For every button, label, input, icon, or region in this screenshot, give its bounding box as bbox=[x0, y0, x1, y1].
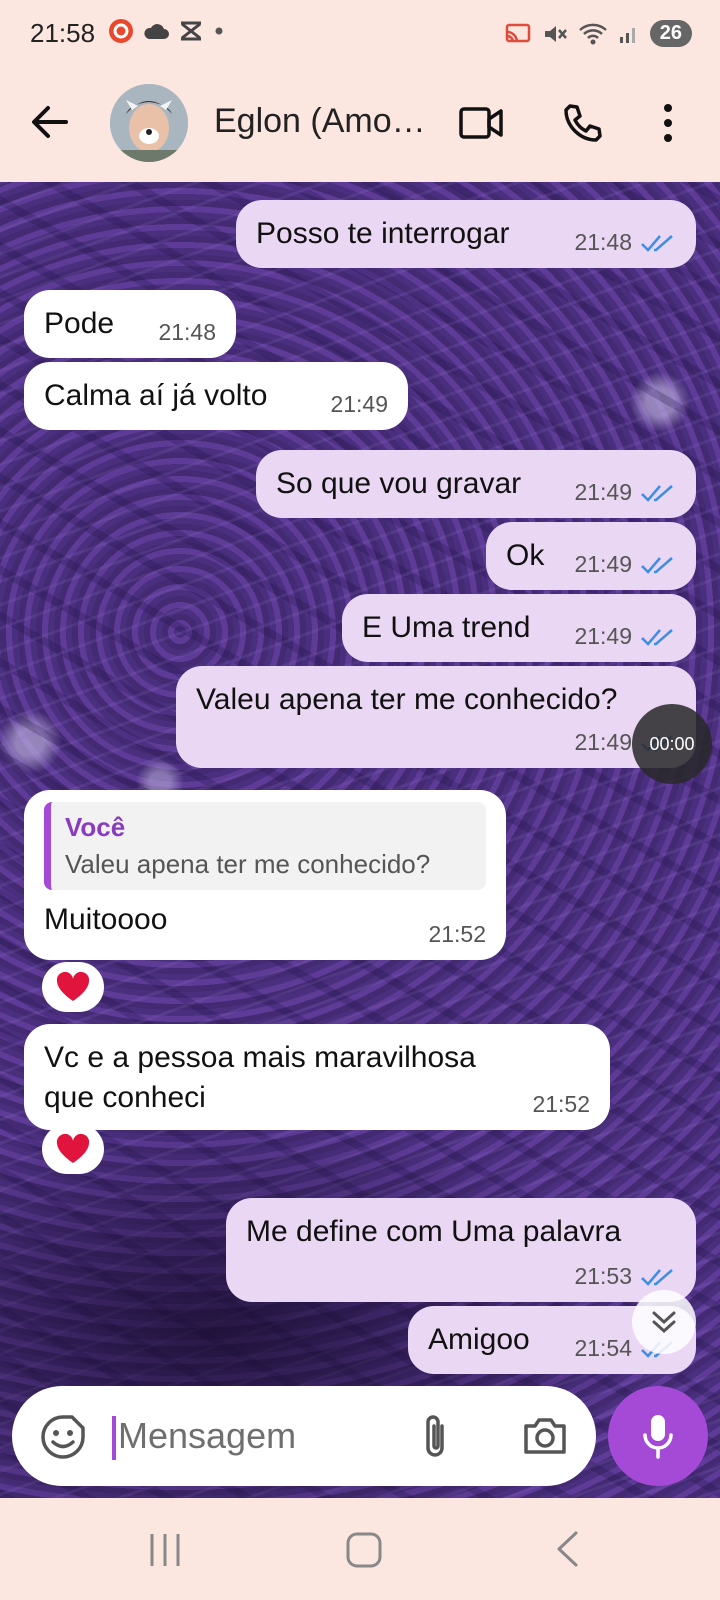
system-icons: 26 bbox=[504, 20, 692, 47]
app-x-icon bbox=[181, 21, 201, 41]
message-time: 21:54 bbox=[574, 1335, 632, 1361]
back-arrow-icon[interactable] bbox=[30, 102, 70, 142]
text-cursor bbox=[112, 1416, 116, 1460]
contact-avatar[interactable] bbox=[110, 84, 188, 162]
signal-icon bbox=[619, 27, 635, 43]
chat-header: Eglon (Amo… bbox=[0, 68, 720, 182]
status-bar: 21:58 26 bbox=[0, 0, 720, 68]
app-notification-icon bbox=[109, 19, 133, 43]
mute-icon bbox=[544, 25, 567, 42]
scroll-to-bottom-button[interactable] bbox=[632, 1290, 696, 1354]
composer-bar bbox=[12, 1386, 596, 1486]
phone-icon[interactable] bbox=[562, 102, 604, 144]
wifi-icon bbox=[578, 23, 607, 44]
cast-icon bbox=[505, 23, 530, 42]
cloud-icon bbox=[144, 24, 169, 39]
voice-record-button[interactable] bbox=[608, 1386, 708, 1486]
battery-indicator: 26 bbox=[649, 20, 692, 47]
sticker-icon[interactable] bbox=[40, 1414, 86, 1460]
back-icon[interactable] bbox=[554, 1530, 580, 1568]
more-vert-icon[interactable] bbox=[660, 102, 676, 144]
double-chevron-down-icon bbox=[652, 1311, 676, 1334]
home-icon[interactable] bbox=[346, 1532, 382, 1568]
message-input[interactable] bbox=[118, 1410, 398, 1462]
contact-name[interactable]: Eglon (Amo… bbox=[214, 102, 426, 141]
recent-apps-icon[interactable] bbox=[148, 1532, 182, 1568]
mic-icon bbox=[643, 1415, 673, 1459]
recording-timer: 00:00 bbox=[632, 704, 712, 784]
camera-icon[interactable] bbox=[522, 1414, 568, 1456]
system-nav-bar bbox=[0, 1500, 720, 1600]
status-time: 21:58 bbox=[30, 18, 96, 48]
dot-icon bbox=[215, 27, 223, 35]
video-call-icon[interactable] bbox=[458, 104, 504, 142]
message-list[interactable]: Posso te interrogar 21:48 Pode 21:48 Cal… bbox=[0, 182, 720, 1498]
paperclip-icon[interactable] bbox=[420, 1412, 450, 1460]
notification-icons bbox=[108, 18, 226, 44]
